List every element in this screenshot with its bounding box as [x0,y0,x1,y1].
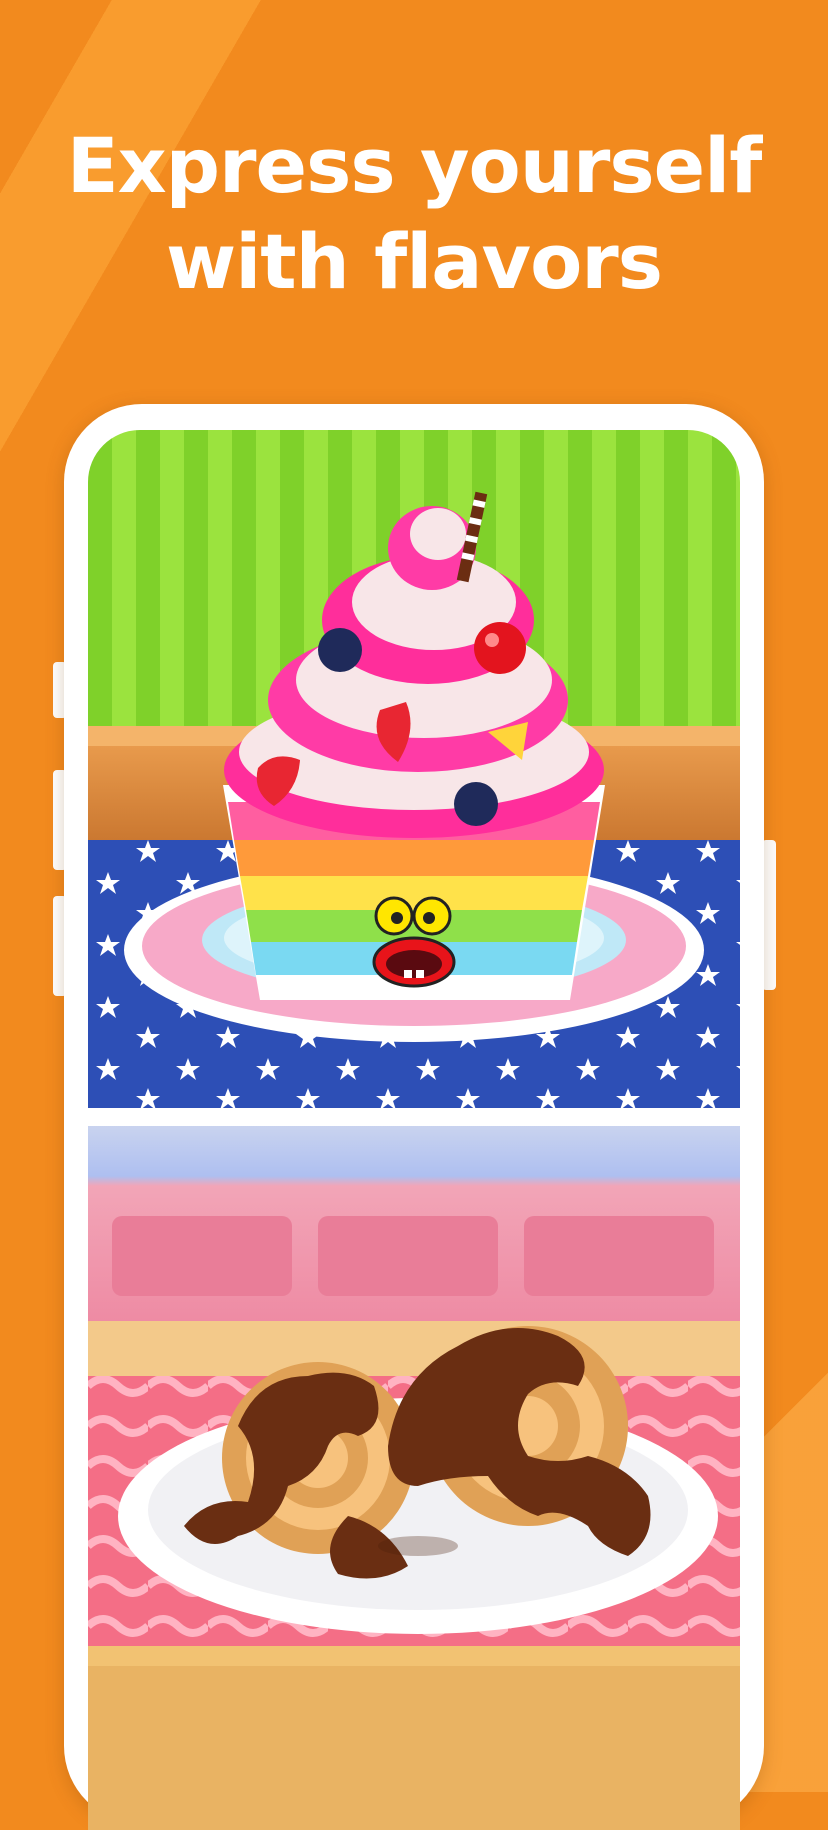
blueberry [454,782,498,826]
phone-screen [88,430,740,1830]
headline: Express yourself with flavors [0,118,828,310]
cupcake-scene [88,430,740,1108]
cupcake-game-screenshot [88,430,740,1108]
wooden-counter [88,1321,740,1381]
headline-line-1: Express yourself [66,121,763,210]
churros-scene [88,1126,740,1830]
cherry [474,622,526,674]
phone-power-button [762,840,776,990]
headline-line-2: with flavors [165,217,663,306]
churros-game-screenshot [88,1126,740,1830]
blueberry [318,628,362,672]
